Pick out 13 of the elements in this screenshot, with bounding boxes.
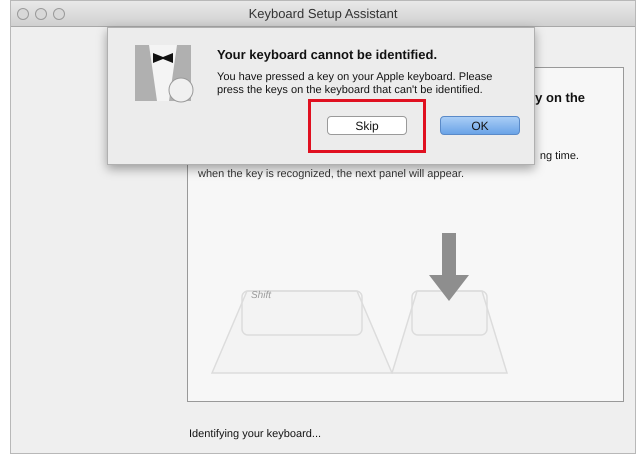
panel-note: when the key is recognized, the next panel will appear. <box>197 167 465 182</box>
window-control-button[interactable] <box>17 8 29 20</box>
key-label: Shift <box>251 288 272 302</box>
skip-button[interactable]: Skip <box>327 116 407 134</box>
alert-title: Your keyboard cannot be identified. <box>217 46 438 64</box>
status-text: Identifying your keyboard... <box>189 428 322 440</box>
panel-heading: y on the <box>535 89 585 107</box>
window-title: Keyboard Setup Assistant <box>248 4 398 23</box>
panel-note: ng time. <box>540 148 579 164</box>
window-control-button[interactable] <box>35 8 47 20</box>
ok-button[interactable]: OK <box>440 116 520 134</box>
alert-message: You have pressed a key on your Apple keyboard. Please press the keys on the keyboard that can't be identified. <box>217 70 494 96</box>
window-control-button[interactable] <box>53 8 65 20</box>
